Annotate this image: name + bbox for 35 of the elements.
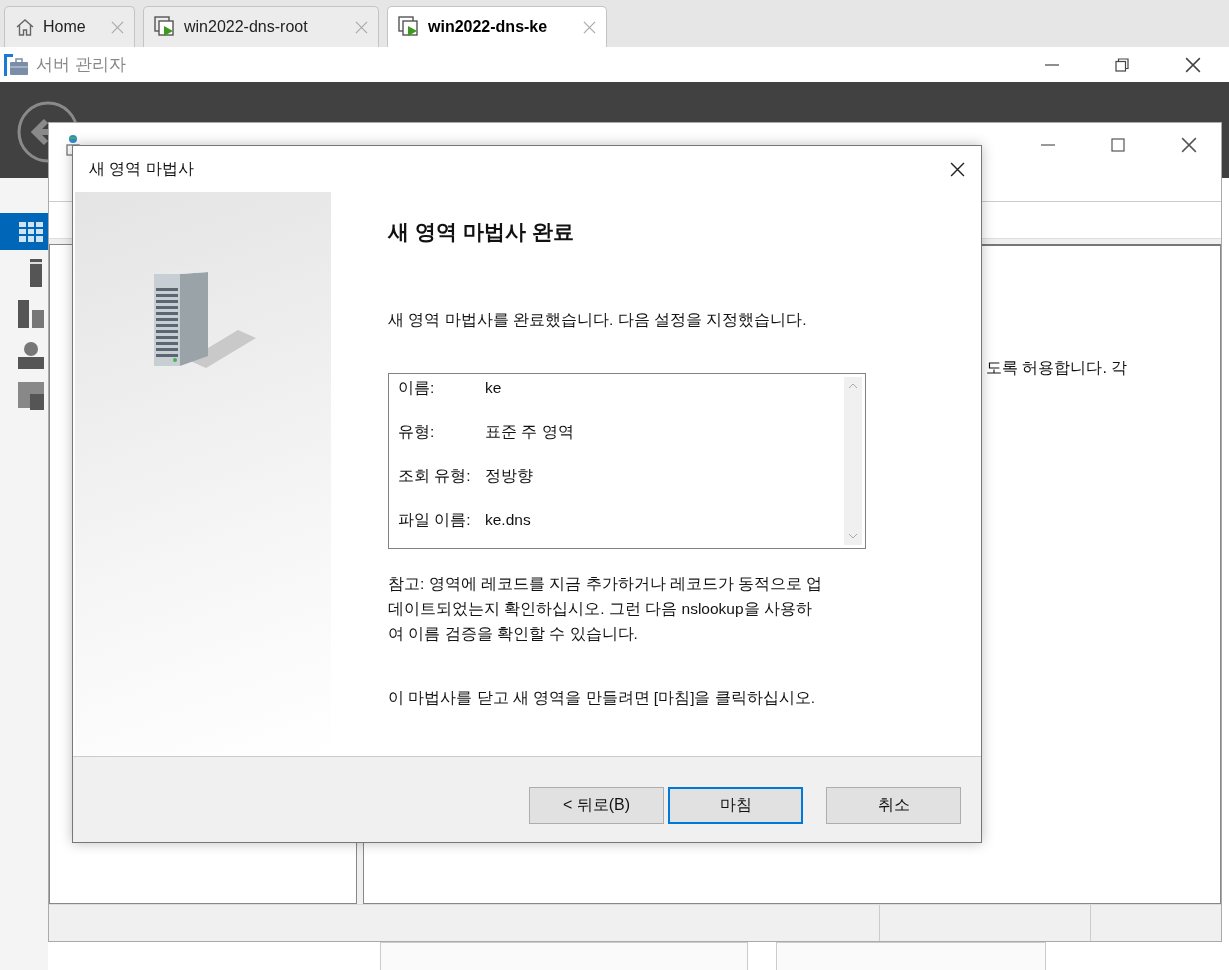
servers-icon[interactable] bbox=[18, 299, 44, 328]
vm-icon bbox=[154, 16, 176, 38]
vm-tab[interactable]: Home bbox=[4, 6, 135, 47]
vm-icon bbox=[398, 16, 420, 38]
dialog-button[interactable]: < 뒤로(B) bbox=[529, 787, 664, 824]
dialog-title: 새 영역 마법사 bbox=[89, 158, 195, 179]
description-text: 도록 허용합니다. 각 bbox=[986, 359, 1128, 376]
note-text: 참고: 영역에 레코드를 지금 추가하거나 레코드가 동적으로 업 데이트되었는지 확인하십시오. 그런 다음 nslookup을 사용하 여 이름 검증을 확인할 수 있습니다. bbox=[388, 574, 824, 644]
restore-icon[interactable] bbox=[1115, 57, 1129, 72]
dashboard-icon[interactable] bbox=[18, 220, 44, 243]
setting-label: 유형: bbox=[398, 422, 436, 442]
close-icon[interactable] bbox=[1181, 136, 1197, 153]
home-icon bbox=[15, 17, 35, 37]
dialog-button[interactable]: 취소 bbox=[826, 787, 961, 824]
close-tab-icon[interactable] bbox=[583, 20, 596, 34]
server-icon[interactable] bbox=[30, 258, 44, 287]
setting-value: ke bbox=[485, 378, 502, 398]
setting-value: 정방향 bbox=[485, 466, 533, 486]
setting-value: 표준 주 영역 bbox=[485, 422, 574, 442]
close-icon[interactable] bbox=[1185, 56, 1201, 73]
wizard-heading: 새 영역 마법사 완료 bbox=[388, 219, 575, 245]
vm-tab[interactable]: win2022-dns-root bbox=[143, 6, 379, 47]
setting-value: ke.dns bbox=[485, 510, 531, 530]
setting-label: 이름: bbox=[398, 378, 436, 398]
intro-text: 새 영역 마법사를 완료했습니다. 다음 설정을 지정했습니다. bbox=[388, 310, 808, 330]
finish-hint: 이 마법사를 닫고 새 영역을 만들려면 [마침]을 클릭하십시오. bbox=[388, 688, 817, 708]
server-manager-icon bbox=[4, 53, 28, 76]
window-title: 서버 관리자 bbox=[36, 54, 127, 76]
setting-label: 파일 이름: bbox=[398, 510, 472, 530]
setting-label: 조회 유형: bbox=[398, 466, 472, 486]
settings-list[interactable]: 이름: ke 유형: 표준 주 영역 조회 유형: 정방향 파일 이름: ke.dns bbox=[388, 373, 866, 549]
maximize-icon[interactable] bbox=[1111, 137, 1125, 152]
dialog-button[interactable]: 마침 bbox=[668, 787, 803, 824]
close-icon[interactable] bbox=[950, 161, 965, 177]
vm-tab[interactable]: win2022-dns-ke bbox=[387, 6, 607, 47]
